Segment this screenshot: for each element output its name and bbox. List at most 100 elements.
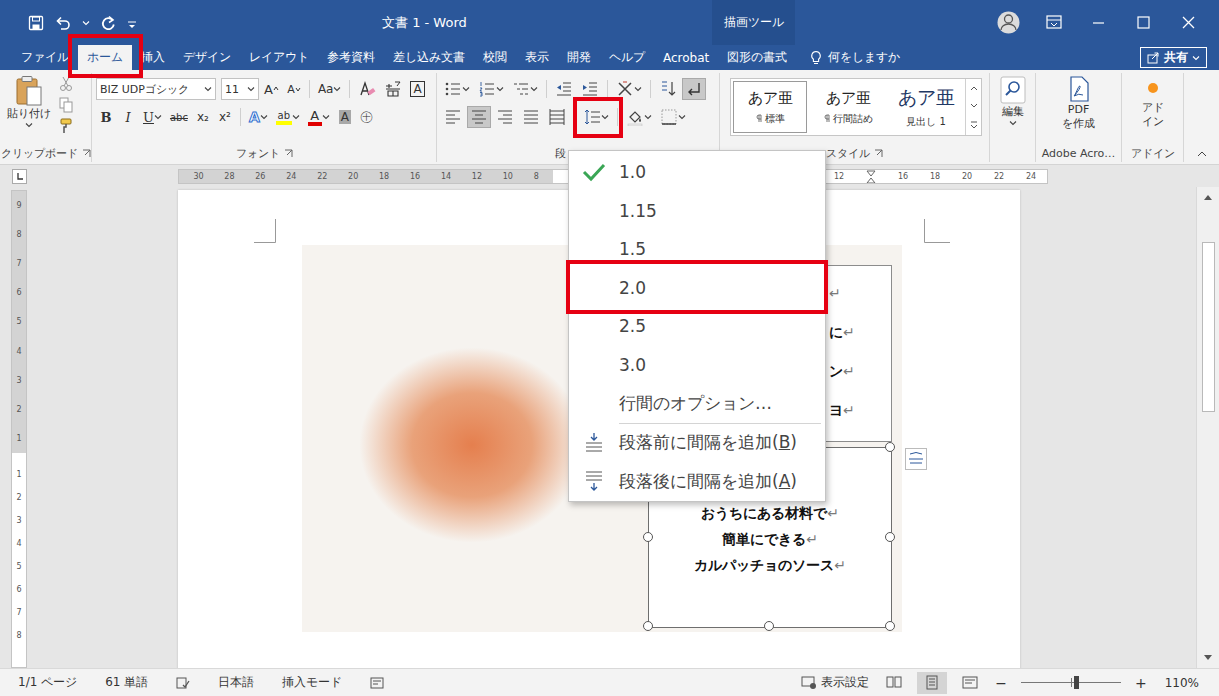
save-icon[interactable] xyxy=(28,15,44,31)
align-center-button[interactable] xyxy=(467,106,491,128)
line-spacing-option[interactable]: 1.0 xyxy=(569,153,825,192)
bullets-button[interactable] xyxy=(441,78,473,100)
grow-font-button[interactable]: A xyxy=(261,78,282,100)
chevron-down-icon[interactable] xyxy=(1192,54,1200,62)
underline-button[interactable]: U xyxy=(140,106,165,128)
scroll-up-icon[interactable] xyxy=(969,84,979,92)
scroll-up-icon[interactable] xyxy=(1202,192,1214,204)
scroll-down-icon[interactable] xyxy=(1202,651,1214,663)
resize-handle[interactable] xyxy=(885,442,895,452)
ribbon-tab[interactable]: レイアウト xyxy=(240,45,318,70)
chevron-down-icon[interactable] xyxy=(634,85,642,93)
highlight-button[interactable]: ab xyxy=(273,106,303,128)
chevron-down-icon[interactable] xyxy=(204,85,212,93)
show-hide-marks-button[interactable] xyxy=(682,78,706,100)
chevron-down-icon[interactable] xyxy=(260,113,268,121)
spacing-action-item[interactable]: 段落後に間隔を追加(A) xyxy=(569,462,825,501)
asian-layout-button[interactable] xyxy=(613,78,645,100)
subscript-button[interactable]: x₂ xyxy=(193,106,213,128)
maximize-icon[interactable] xyxy=(1121,0,1166,45)
dialog-launcher-icon[interactable] xyxy=(284,149,293,158)
ribbon-tab[interactable]: ヘルプ xyxy=(600,45,654,70)
zoom-percent[interactable]: 110% xyxy=(1165,676,1199,690)
collapse-ribbon-icon[interactable] xyxy=(1197,150,1207,158)
font-color-button[interactable]: A xyxy=(305,106,333,128)
view-button[interactable] xyxy=(879,672,909,694)
ribbon-tab[interactable]: ファイル xyxy=(12,45,78,70)
spacing-action-item[interactable]: 段落前に間隔を追加(B) xyxy=(569,424,825,463)
ribbon-tab[interactable]: 図形の書式 xyxy=(718,45,796,70)
copy-icon[interactable] xyxy=(58,96,74,114)
chevron-down-icon[interactable] xyxy=(678,113,686,121)
resize-handle[interactable] xyxy=(885,621,895,631)
style-item[interactable]: あア亜見出し 1 xyxy=(889,81,963,133)
italic-button[interactable]: I xyxy=(118,106,138,128)
style-item[interactable]: あア亜標準 xyxy=(733,81,807,133)
chevron-down-icon[interactable] xyxy=(644,113,652,121)
character-border-button[interactable]: A xyxy=(407,78,427,100)
clear-formatting-button[interactable] xyxy=(355,78,379,100)
font-size-combobox[interactable]: 11 xyxy=(221,78,259,100)
macro-icon[interactable] xyxy=(370,676,384,690)
customize-icon[interactable] xyxy=(126,15,138,31)
line-spacing-option[interactable]: 2.5 xyxy=(569,307,825,346)
zoom-slider-thumb[interactable] xyxy=(1074,676,1079,689)
numbering-button[interactable] xyxy=(475,78,507,100)
bold-button[interactable]: B xyxy=(96,106,116,128)
zoom-slider-track[interactable] xyxy=(1021,682,1121,683)
ribbon-tab[interactable]: 校閲 xyxy=(474,45,516,70)
chevron-down-icon[interactable] xyxy=(601,113,609,121)
chevron-down-icon[interactable] xyxy=(247,85,255,93)
scroll-down-icon[interactable] xyxy=(969,102,979,110)
ribbon-tab[interactable]: 開発 xyxy=(558,45,600,70)
strikethrough-button[interactable]: abc xyxy=(167,106,191,128)
share-button[interactable]: 共有 xyxy=(1140,47,1207,68)
line-spacing-option[interactable]: 1.5 xyxy=(569,230,825,269)
resize-handle[interactable] xyxy=(764,621,774,631)
chevron-down-icon[interactable] xyxy=(462,85,470,93)
change-case-button[interactable]: Aa xyxy=(315,78,345,100)
ribbon-tab[interactable]: 差し込み文書 xyxy=(384,45,474,70)
add-ins-button[interactable]: アドイン xyxy=(1126,75,1179,129)
create-pdf-button[interactable]: PDFを作成 xyxy=(1040,75,1117,131)
chevron-down-icon[interactable] xyxy=(292,113,300,121)
style-item[interactable]: あア亜行間詰め xyxy=(811,81,885,133)
layout-options-icon[interactable] xyxy=(905,448,927,470)
ribbon-tab[interactable]: デザイン xyxy=(174,45,240,70)
chevron-down-icon[interactable] xyxy=(322,113,330,121)
scroll-thumb[interactable] xyxy=(1202,242,1215,412)
increase-indent-button[interactable] xyxy=(578,78,602,100)
superscript-button[interactable]: x² xyxy=(215,106,235,128)
resize-handle[interactable] xyxy=(885,532,895,542)
chevron-down-icon[interactable] xyxy=(154,113,162,121)
line-spacing-option[interactable]: 2.0 xyxy=(569,269,825,308)
align-left-button[interactable] xyxy=(441,106,465,128)
enclose-characters-button[interactable]: ㊉ xyxy=(357,106,377,128)
cut-icon[interactable] xyxy=(58,75,74,93)
line-spacing-button[interactable] xyxy=(580,106,612,128)
more-styles-icon[interactable] xyxy=(969,120,979,130)
undo-icon[interactable] xyxy=(54,15,72,31)
zoom-out-button[interactable]: − xyxy=(995,675,1007,691)
proofing-icon[interactable] xyxy=(176,676,190,690)
ribbon-display-icon[interactable] xyxy=(1031,0,1076,45)
ribbon-tab[interactable]: ホーム xyxy=(78,45,132,70)
shading-button[interactable] xyxy=(623,106,655,128)
view-button[interactable] xyxy=(917,672,947,694)
account-icon[interactable] xyxy=(986,0,1031,45)
format-painter-icon[interactable] xyxy=(58,117,74,135)
justify-button[interactable] xyxy=(519,106,543,128)
chevron-down-icon[interactable] xyxy=(530,85,538,93)
tab-selector-icon[interactable] xyxy=(12,169,27,184)
sort-button[interactable] xyxy=(656,78,680,100)
close-icon[interactable] xyxy=(1166,0,1211,45)
paste-button[interactable]: 貼り付け xyxy=(4,75,54,129)
chevron-down-icon[interactable] xyxy=(1009,119,1017,127)
font-name-combobox[interactable]: BIZ UDPゴシック xyxy=(96,78,216,100)
chevron-down-icon[interactable] xyxy=(496,85,504,93)
character-shading-button[interactable]: A xyxy=(335,106,355,128)
distributed-button[interactable] xyxy=(545,106,569,128)
ribbon-tab[interactable]: 参考資料 xyxy=(318,45,384,70)
line-spacing-options-item[interactable]: 行間のオプション… xyxy=(569,384,825,423)
tell-me-search[interactable]: 何をしますか xyxy=(810,45,900,70)
